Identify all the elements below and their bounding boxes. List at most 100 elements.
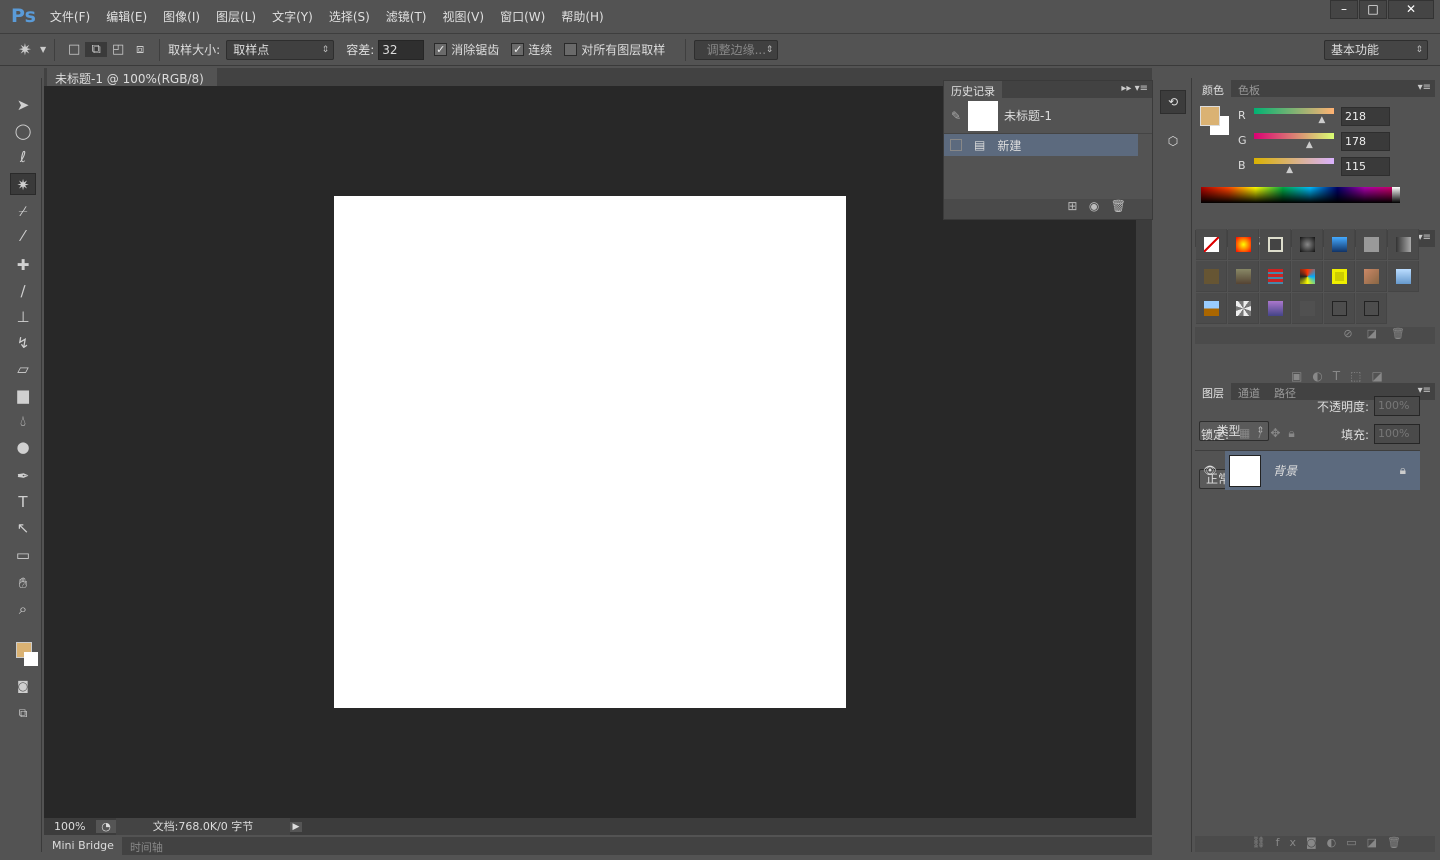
eraser-icon[interactable]: ▱: [10, 358, 36, 380]
style-swatch[interactable]: [1356, 229, 1387, 260]
menu-select[interactable]: 选择(S): [329, 8, 370, 25]
style-swatch[interactable]: [1260, 229, 1291, 260]
pen-icon[interactable]: ✒︎: [10, 465, 36, 487]
rectangle-icon[interactable]: ▭: [10, 544, 36, 566]
style-swatch[interactable]: [1228, 261, 1259, 292]
style-swatch[interactable]: [1196, 261, 1227, 292]
clone-stamp-icon[interactable]: ⊥: [10, 306, 36, 328]
history-brush-source-icon[interactable]: ✎: [944, 109, 968, 123]
menu-view[interactable]: 视图(V): [443, 8, 485, 25]
3d-dock-icon[interactable]: ⬡: [1160, 130, 1186, 154]
lock-icons[interactable]: ▦∕✥🔒︎: [1239, 426, 1303, 441]
document-tab[interactable]: 未标题-1 @ 100%(RGB/8) ×: [47, 68, 217, 101]
panel-menu-icon[interactable]: ▾≡: [1418, 82, 1431, 93]
panel-menu-icon[interactable]: ▾≡: [1418, 385, 1431, 396]
style-swatch[interactable]: [1228, 293, 1259, 324]
tab-color[interactable]: 颜色: [1195, 80, 1231, 97]
color-ramp[interactable]: [1201, 187, 1400, 203]
opacity-input[interactable]: 100%: [1374, 396, 1420, 416]
canvas[interactable]: [334, 196, 846, 708]
b-value[interactable]: 115: [1341, 157, 1390, 176]
blur-icon[interactable]: 💧︎: [10, 410, 36, 432]
style-swatch[interactable]: [1324, 229, 1355, 260]
layer-row[interactable]: 👁︎ 背景 🔒︎: [1195, 450, 1420, 490]
g-slider[interactable]: [1254, 133, 1334, 139]
style-swatch[interactable]: [1292, 261, 1323, 292]
r-slider-thumb[interactable]: ▲: [1318, 115, 1325, 125]
refine-edge-button[interactable]: 调整边缘...: [694, 39, 779, 60]
style-swatch[interactable]: [1324, 293, 1355, 324]
subtract-selection-icon[interactable]: ◰: [107, 42, 129, 57]
style-swatch[interactable]: [1292, 293, 1323, 324]
dodge-icon[interactable]: ●: [10, 436, 36, 458]
history-snapshot[interactable]: ✎ 未标题-1: [944, 98, 1152, 134]
history-source-checkbox[interactable]: [950, 139, 962, 151]
style-swatch[interactable]: [1260, 261, 1291, 292]
eyedropper-icon[interactable]: ⁄: [10, 225, 36, 247]
camera-icon[interactable]: ◉: [1089, 199, 1099, 213]
foreground-color[interactable]: [1200, 106, 1220, 126]
new-document-icon[interactable]: ⊞: [1067, 199, 1077, 213]
magic-wand-tool-icon[interactable]: ✷: [10, 173, 36, 195]
elliptical-marquee-icon[interactable]: ◯: [10, 120, 36, 142]
b-slider[interactable]: [1254, 158, 1334, 164]
history-step[interactable]: ▤ 新建: [944, 134, 1138, 156]
tab-paths[interactable]: 路径: [1267, 383, 1303, 400]
new-style-icon[interactable]: ◪: [1367, 327, 1377, 340]
tolerance-input[interactable]: 32: [378, 39, 425, 60]
menu-image[interactable]: 图像(I): [163, 8, 200, 25]
zoom-level[interactable]: 100%: [44, 820, 96, 833]
style-swatch[interactable]: [1196, 293, 1227, 324]
menu-filter[interactable]: 滤镜(T): [386, 8, 427, 25]
style-swatch[interactable]: [1292, 229, 1323, 260]
style-swatch[interactable]: [1356, 293, 1387, 324]
tab-layers[interactable]: 图层: [1195, 383, 1231, 400]
layer-name[interactable]: 背景: [1273, 462, 1400, 479]
antialias-checkbox[interactable]: ✓: [434, 43, 448, 56]
contiguous-checkbox[interactable]: ✓: [511, 43, 525, 56]
tab-history[interactable]: 历史记录: [944, 81, 1002, 98]
b-slider-thumb[interactable]: ▲: [1286, 165, 1293, 175]
trash-icon[interactable]: 🗑︎: [1111, 199, 1126, 213]
delete-style-icon[interactable]: 🗑︎: [1391, 327, 1405, 340]
magic-wand-icon[interactable]: ✷: [10, 40, 40, 59]
crop-icon[interactable]: ⌿: [10, 200, 36, 222]
quick-mask-icon[interactable]: ◙: [10, 675, 36, 697]
tab-channels[interactable]: 通道: [1231, 383, 1267, 400]
style-swatch[interactable]: [1388, 229, 1419, 260]
clear-style-icon[interactable]: ⊘: [1343, 327, 1352, 340]
maximize-button[interactable]: □: [1359, 0, 1387, 19]
status-menu-arrow-icon[interactable]: ▶: [290, 821, 302, 832]
style-swatch[interactable]: [1260, 293, 1291, 324]
history-dock-icon[interactable]: ⟲: [1160, 90, 1186, 114]
healing-brush-icon[interactable]: ✚: [10, 254, 36, 276]
gradient-icon[interactable]: ▆: [10, 384, 36, 406]
path-selection-icon[interactable]: ↖: [10, 517, 36, 539]
status-icon[interactable]: ◔: [96, 820, 116, 833]
visibility-eye-icon[interactable]: 👁︎: [1195, 464, 1225, 477]
menu-layer[interactable]: 图层(L): [216, 8, 256, 25]
layer-filter-icons[interactable]: ▣◐T⬚◪: [1291, 369, 1393, 383]
fill-input[interactable]: 100%: [1374, 424, 1420, 444]
screen-mode-icon[interactable]: ⧉: [10, 702, 36, 724]
move-tool-icon[interactable]: ➤: [10, 94, 36, 116]
tab-timeline[interactable]: 时间轴: [122, 837, 171, 855]
workspace-select[interactable]: 基本功能: [1324, 39, 1428, 60]
menu-window[interactable]: 窗口(W): [500, 8, 545, 25]
style-swatch[interactable]: [1196, 229, 1227, 260]
layers-footer[interactable]: ⛓fx◙◐▭◪🗑︎: [1195, 836, 1435, 852]
style-swatch[interactable]: [1228, 229, 1259, 260]
lasso-icon[interactable]: ℓ: [10, 146, 36, 168]
style-swatch[interactable]: [1388, 261, 1419, 292]
tab-swatches[interactable]: 色板: [1231, 80, 1267, 97]
new-selection-icon[interactable]: □: [63, 42, 85, 57]
menu-edit[interactable]: 编辑(E): [106, 8, 147, 25]
zoom-icon[interactable]: ⌕: [10, 598, 36, 620]
close-button[interactable]: ✕: [1388, 0, 1434, 19]
tool-preset-chevron-icon[interactable]: ▼: [40, 45, 46, 54]
history-brush-icon[interactable]: ↯: [10, 332, 36, 354]
g-slider-thumb[interactable]: ▲: [1306, 140, 1313, 150]
background-color-swatch[interactable]: [24, 652, 38, 666]
tab-mini-bridge[interactable]: Mini Bridge: [44, 837, 122, 855]
type-icon[interactable]: T: [10, 491, 36, 513]
